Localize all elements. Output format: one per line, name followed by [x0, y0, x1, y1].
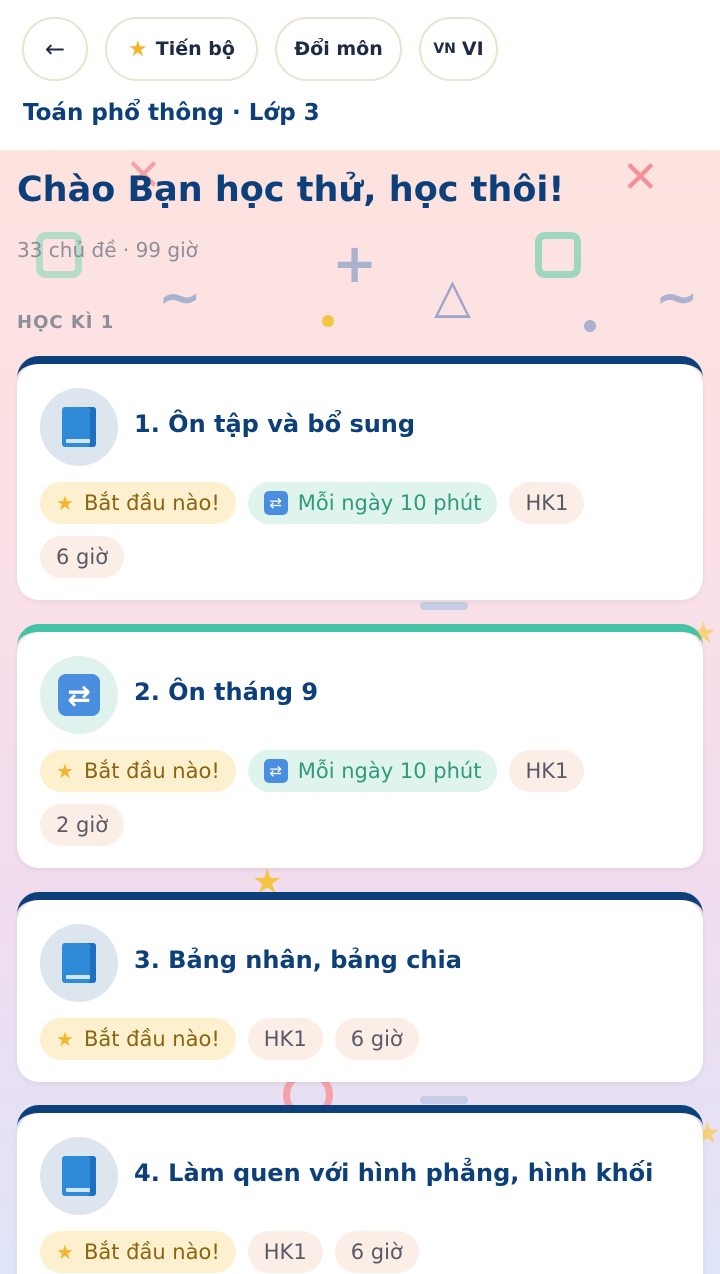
dash-shape-icon — [420, 602, 468, 610]
start-tag[interactable]: ★ Bắt đầu nào! — [40, 1018, 236, 1060]
topic-card[interactable]: 4. Làm quen với hình phẳng, hình khối ★ B… — [17, 1105, 703, 1274]
triangle-shape-icon: △ — [434, 268, 471, 324]
topic-tags: ★ Bắt đầu nào! ⇄ Mỗi ngày 10 phút HK1 2 gi… — [40, 750, 680, 846]
card-accent — [17, 1105, 703, 1135]
hours-tag: 6 giờ — [334, 1231, 419, 1273]
start-tag-label: Bắt đầu nào! — [83, 1240, 220, 1264]
course-meta: 33 chủ đề · 99 giờ — [17, 238, 198, 262]
cross-shape-icon: ✕ — [622, 152, 659, 203]
start-tag-label: Bắt đầu nào! — [83, 491, 220, 515]
dot-shape-icon — [322, 315, 334, 327]
dot-shape-icon — [584, 320, 596, 332]
term-tag: HK1 — [509, 482, 585, 524]
topic-icon-badge — [40, 1137, 118, 1215]
daily-tag: ⇄ Mỗi ngày 10 phút — [247, 482, 498, 524]
star-icon: ★ — [56, 1240, 74, 1264]
star-icon: ★ — [56, 1027, 74, 1051]
subject-line: Toán phổ thông · Lớp 3 — [23, 100, 320, 126]
term-tag: HK1 — [509, 750, 585, 792]
star-icon: ★ — [56, 491, 74, 515]
hours-tag: 6 giờ — [40, 536, 125, 578]
start-tag[interactable]: ★ Bắt đầu nào! — [40, 750, 236, 792]
start-tag[interactable]: ★ Bắt đầu nào! — [40, 482, 236, 524]
topic-tags: ★ Bắt đầu nào! HK1 6 giờ — [40, 1231, 680, 1273]
progress-button[interactable]: ★ Tiến bộ — [105, 17, 258, 81]
start-tag-label: Bắt đầu nào! — [83, 759, 220, 783]
section-heading: HỌC KÌ 1 — [17, 312, 115, 333]
term-tag: HK1 — [247, 1231, 323, 1273]
repeat-icon: ⇄ — [263, 759, 288, 783]
book-icon — [62, 1156, 96, 1196]
hours-tag: 6 giờ — [334, 1018, 419, 1060]
wave-shape-icon: ∼ — [655, 268, 699, 328]
topic-card[interactable]: ⇄ 2. Ôn tháng 9 ★ Bắt đầu nào! ⇄ Mỗi ngày … — [17, 624, 703, 868]
top-bar: ← ★ Tiến bộ Đổi môn VN VI Toán phổ thông… — [0, 0, 720, 150]
change-subject-button[interactable]: Đổi môn — [275, 17, 402, 81]
star-icon: ★ — [128, 36, 148, 62]
topic-title: 1. Ôn tập và bổ sung — [134, 410, 416, 438]
topic-card[interactable]: 3. Bảng nhân, bảng chia ★ Bắt đầu nào! HK… — [17, 892, 703, 1082]
dash-shape-icon — [420, 1096, 468, 1104]
plus-shape-icon: + — [332, 232, 378, 295]
term-tag: HK1 — [247, 1018, 323, 1060]
back-arrow-icon: ← — [44, 35, 66, 63]
progress-label: Tiến bộ — [155, 38, 235, 60]
wave-shape-icon: ∼ — [158, 268, 202, 328]
topic-icon-badge — [40, 924, 118, 1002]
language-label: VI — [461, 38, 484, 60]
flag-icon: VN — [433, 41, 456, 57]
topic-tags: ★ Bắt đầu nào! HK1 6 giờ — [40, 1018, 680, 1060]
book-icon — [62, 943, 96, 983]
daily-tag-label: Mỗi ngày 10 phút — [297, 759, 482, 783]
daily-tag: ⇄ Mỗi ngày 10 phút — [247, 750, 498, 792]
repeat-icon: ⇄ — [58, 674, 100, 716]
repeat-icon: ⇄ — [263, 491, 288, 515]
daily-tag-label: Mỗi ngày 10 phút — [297, 491, 482, 515]
topic-title: 3. Bảng nhân, bảng chia — [134, 946, 462, 974]
start-tag[interactable]: ★ Bắt đầu nào! — [40, 1231, 236, 1273]
topic-icon-badge — [40, 388, 118, 466]
topic-icon-badge: ⇄ — [40, 656, 118, 734]
book-icon — [62, 407, 96, 447]
hours-tag: 2 giờ — [40, 804, 125, 846]
language-button[interactable]: VN VI — [419, 17, 498, 81]
square-shape-icon — [535, 232, 581, 278]
card-accent — [17, 624, 703, 654]
star-icon: ★ — [56, 759, 74, 783]
change-subject-label: Đổi môn — [294, 38, 383, 60]
course-area: ✕ ✕ + △ ∼ ∼ ★ ★ ★ Chào Bạn học thử, học … — [0, 150, 720, 1274]
start-tag-label: Bắt đầu nào! — [83, 1027, 220, 1051]
card-accent — [17, 356, 703, 386]
back-button[interactable]: ← — [22, 17, 88, 81]
topic-title: 2. Ôn tháng 9 — [134, 678, 319, 706]
topic-tags: ★ Bắt đầu nào! ⇄ Mỗi ngày 10 phút HK1 6 gi… — [40, 482, 680, 578]
card-accent — [17, 892, 703, 922]
greeting-title: Chào Bạn học thử, học thôi! — [17, 170, 565, 210]
topic-title: 4. Làm quen với hình phẳng, hình khối — [134, 1159, 654, 1187]
topic-card[interactable]: 1. Ôn tập và bổ sung ★ Bắt đầu nào! ⇄ Mỗi … — [17, 356, 703, 600]
